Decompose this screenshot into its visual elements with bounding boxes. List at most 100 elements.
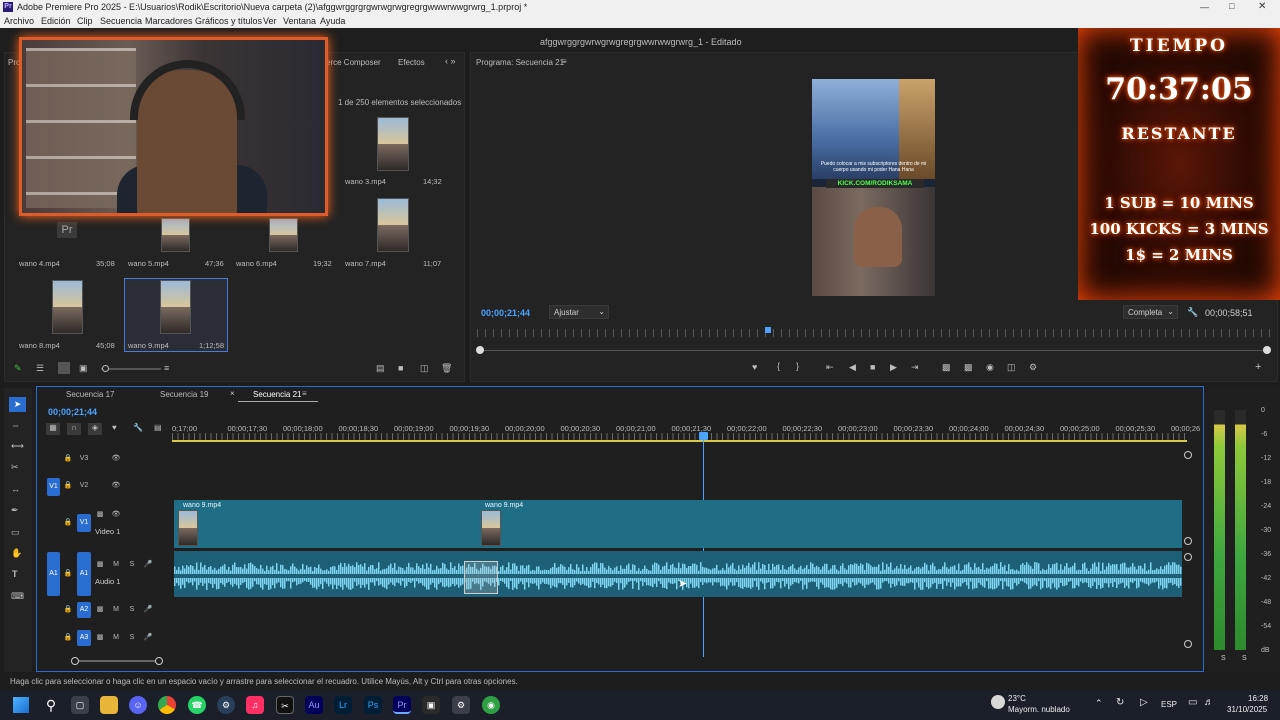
mute-button[interactable]: M <box>111 633 121 643</box>
menu-ayuda[interactable]: Ayuda <box>320 16 345 26</box>
meter-solo-right[interactable]: S <box>1242 655 1247 662</box>
extract-icon[interactable]: ▩ <box>964 362 973 373</box>
microphone-icon[interactable]: 🎤 <box>143 605 153 615</box>
tab-secuencia-19[interactable]: Secuencia 19 <box>160 390 208 399</box>
search-icon[interactable]: ⚲ <box>42 696 60 714</box>
track-select-icon[interactable]: ⇔ <box>11 420 20 430</box>
audition-icon[interactable]: Au <box>305 696 323 714</box>
step-back-icon[interactable]: ◀ <box>849 362 856 373</box>
comparison-view-icon[interactable]: ◫ <box>1007 362 1016 373</box>
lock-icon[interactable]: 🔒 <box>63 569 73 579</box>
menu-edicion[interactable]: Edición <box>41 16 71 26</box>
windows-start-icon[interactable] <box>13 697 29 713</box>
sync-lock-icon[interactable]: ▩ <box>95 510 105 520</box>
sync-lock-icon[interactable]: ▩ <box>95 633 105 643</box>
lock-icon[interactable]: 🔒 <box>63 518 73 528</box>
mute-button[interactable]: M <box>111 560 121 570</box>
add-button-icon[interactable]: + <box>1255 361 1261 373</box>
selection-tool-icon[interactable]: ➤ <box>9 397 26 412</box>
tab-essential-composer[interactable]: erce Composer <box>326 58 381 67</box>
go-to-in-icon[interactable]: ⇤ <box>826 362 834 373</box>
lock-icon[interactable]: 🔒 <box>63 481 73 491</box>
menu-ver[interactable]: Ver <box>263 16 277 26</box>
track-label-v2[interactable]: V2 <box>79 481 89 491</box>
eye-icon[interactable]: 👁 <box>111 510 121 520</box>
timeline-playhead-head[interactable] <box>699 432 708 440</box>
media-encoder-icon[interactable]: ▣ <box>422 696 440 714</box>
vscroll-handle[interactable] <box>1184 640 1192 648</box>
lock-icon[interactable]: 🔒 <box>63 454 73 464</box>
timeline-zoom-bar[interactable] <box>75 660 159 662</box>
program-ruler[interactable] <box>477 329 1271 337</box>
zoom-bar-left-handle[interactable] <box>476 346 484 354</box>
work-area-bar[interactable] <box>172 440 1187 442</box>
camera-icon[interactable]: ◉ <box>986 362 994 373</box>
close-tab-icon[interactable]: × <box>230 389 235 398</box>
razor-icon[interactable]: ✂ <box>11 462 19 473</box>
rectangle-icon[interactable]: ▭ <box>11 527 20 538</box>
thumbnail-wano7[interactable] <box>377 198 409 252</box>
microphone-icon[interactable]: 🎤 <box>143 560 153 570</box>
task-view-icon[interactable]: ▢ <box>71 696 89 714</box>
mark-in-icon[interactable]: { <box>777 361 780 371</box>
menu-marcadores[interactable]: Marcadores <box>145 16 193 26</box>
program-monitor-title[interactable]: Programa: Secuencia 21 <box>476 58 564 67</box>
solo-button[interactable]: S <box>127 560 137 570</box>
zoom-bar-right-handle[interactable] <box>1263 346 1271 354</box>
menu-ventana[interactable]: Ventana <box>283 16 316 26</box>
timeline-settings-icon[interactable]: 🔧 <box>133 423 143 432</box>
go-to-out-icon[interactable]: ⇥ <box>911 362 919 373</box>
network-tray-icon[interactable]: ▷ <box>1140 697 1148 708</box>
minimize-icon[interactable]: — <box>1200 2 1209 12</box>
chrome-icon[interactable] <box>158 696 176 714</box>
ripple-edit-icon[interactable]: ⟷ <box>11 441 24 452</box>
quality-dropdown[interactable]: Completa ⌄ <box>1123 305 1178 319</box>
discord-icon[interactable]: ☺ <box>129 696 147 714</box>
zoom-bar-left-handle[interactable] <box>71 657 79 665</box>
program-menu-icon[interactable]: ≡ <box>562 57 567 66</box>
panel-menu-icon[interactable]: ‹ » <box>445 56 456 66</box>
program-playhead[interactable] <box>765 327 771 333</box>
lock-icon[interactable]: 🔒 <box>63 605 73 615</box>
whatsapp-icon[interactable]: ☎ <box>188 696 206 714</box>
volume-icon[interactable]: ♬ <box>1204 697 1214 708</box>
sync-lock-icon[interactable]: ▩ <box>95 605 105 615</box>
thumbnail-wano5[interactable] <box>161 218 190 252</box>
list-view-icon[interactable]: ☰ <box>36 363 44 374</box>
sort-icon[interactable]: ≡ <box>164 363 169 373</box>
snap-icon[interactable]: ∩ <box>67 423 81 435</box>
captions-toggle-icon[interactable]: ▤ <box>154 423 162 432</box>
timeline-playhead-line[interactable] <box>703 440 704 657</box>
sync-icon[interactable]: ↻ <box>1116 697 1124 708</box>
tiktok-icon[interactable]: ♫ <box>246 696 264 714</box>
timeline-marker-icon[interactable]: ♥ <box>112 423 117 432</box>
caption-icon[interactable]: ⌨ <box>11 591 24 602</box>
fit-dropdown[interactable]: Ajustar ⌄ <box>549 305 609 319</box>
track-label-v1[interactable]: V1 <box>77 514 91 532</box>
chevron-up-icon[interactable]: ⌃ <box>1095 698 1103 709</box>
microphone-icon[interactable]: 🎤 <box>143 633 153 643</box>
track-label-v3[interactable]: V3 <box>79 454 89 464</box>
tab-secuencia-17[interactable]: Secuencia 17 <box>66 390 114 399</box>
track-label-a1[interactable]: A1 <box>77 552 91 596</box>
file-explorer-icon[interactable] <box>100 696 118 714</box>
solo-button[interactable]: S <box>127 633 137 643</box>
thumbnail-wano6[interactable] <box>269 218 298 252</box>
menu-archivo[interactable]: Archivo <box>4 16 34 26</box>
step-forward-icon[interactable]: ▶ <box>890 362 897 373</box>
source-patch-v1[interactable]: V1 <box>47 478 60 496</box>
icon-view-icon[interactable] <box>58 362 70 374</box>
photoshop-icon[interactable]: Ps <box>364 696 382 714</box>
eye-icon[interactable]: 👁 <box>111 481 121 491</box>
vscroll-handle[interactable] <box>1184 553 1192 561</box>
close-icon[interactable]: ✕ <box>1258 1 1266 12</box>
trash-icon[interactable]: 🗑 <box>441 363 452 374</box>
new-bin-icon[interactable]: ■ <box>398 363 403 373</box>
type-icon[interactable]: T <box>12 569 18 579</box>
menu-secuencia[interactable]: Secuencia <box>100 16 142 26</box>
weather-temp[interactable]: 23°C <box>1008 694 1026 703</box>
vscroll-handle[interactable] <box>1184 537 1192 545</box>
mute-button[interactable]: M <box>111 605 121 615</box>
add-marker-icon[interactable]: ♥ <box>752 362 757 372</box>
premiere-icon[interactable]: Pr <box>393 696 411 714</box>
